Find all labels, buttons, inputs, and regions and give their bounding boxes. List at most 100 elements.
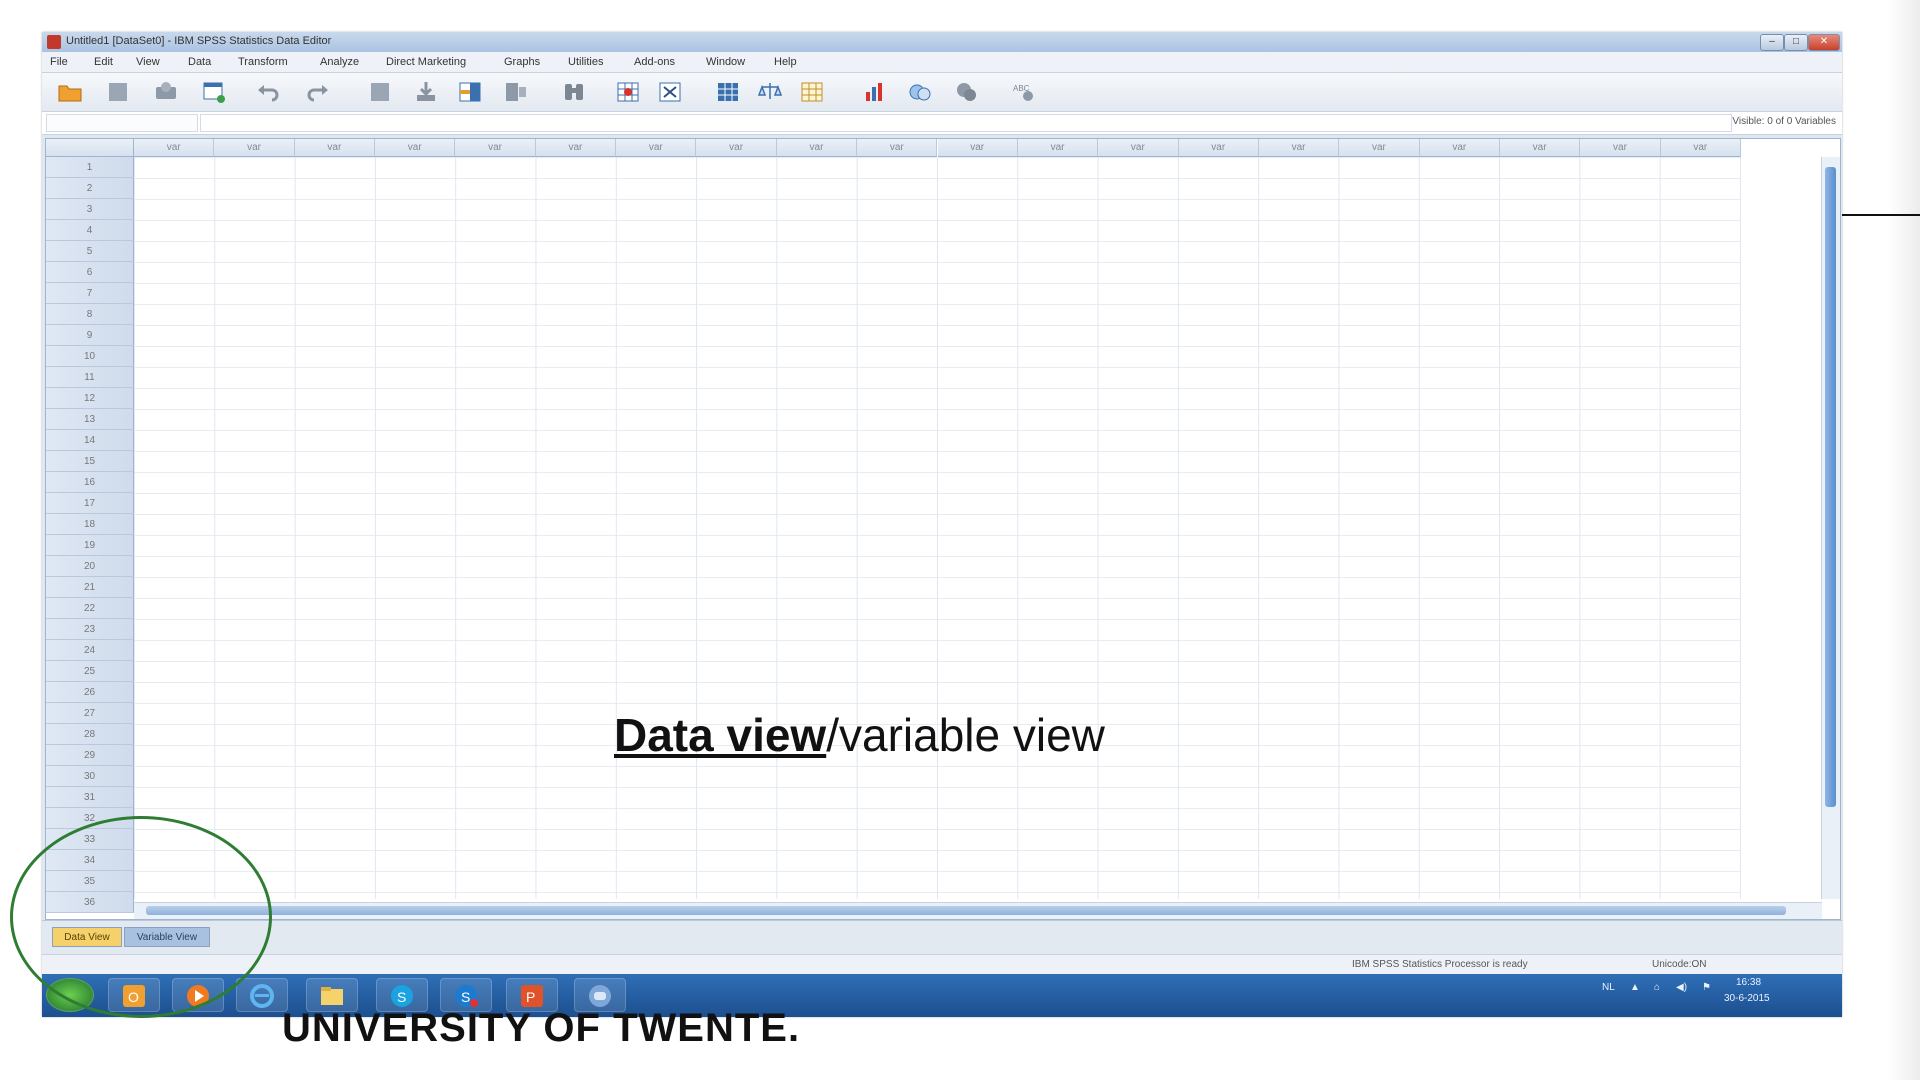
row-header[interactable]: 7 <box>46 283 134 304</box>
goto-variable-icon[interactable] <box>412 78 440 106</box>
tray-network-icon[interactable]: ⌂ <box>1654 982 1660 993</box>
dialog-recall-icon[interactable] <box>200 78 228 106</box>
vertical-scrollbar[interactable] <box>1821 157 1840 899</box>
select-cases-icon[interactable] <box>656 78 684 106</box>
column-header[interactable]: var <box>616 139 697 157</box>
grid-cells[interactable] <box>134 157 1741 899</box>
column-header[interactable]: var <box>1098 139 1179 157</box>
horizontal-scroll-thumb[interactable] <box>146 906 1786 915</box>
menu-transform[interactable]: Transform <box>238 56 288 68</box>
column-header[interactable]: var <box>1660 139 1741 157</box>
menu-analyze[interactable]: Analyze <box>320 56 359 68</box>
show-all-variables-icon[interactable] <box>906 78 934 106</box>
column-header[interactable]: var <box>1339 139 1420 157</box>
column-header[interactable]: var <box>1580 139 1661 157</box>
row-header[interactable]: 27 <box>46 703 134 724</box>
row-header[interactable]: 4 <box>46 220 134 241</box>
variables-icon[interactable] <box>456 78 484 106</box>
row-header[interactable]: 25 <box>46 661 134 682</box>
tray-time[interactable]: 16:38 <box>1736 977 1761 988</box>
split-file-icon[interactable] <box>502 78 530 106</box>
row-header[interactable]: 20 <box>46 556 134 577</box>
open-folder-icon[interactable] <box>56 78 84 106</box>
column-header[interactable]: var <box>535 139 617 157</box>
menu-window[interactable]: Window <box>706 56 745 68</box>
column-header[interactable]: var <box>857 139 938 157</box>
column-header[interactable]: var <box>1178 139 1259 157</box>
insert-cases-icon[interactable] <box>614 78 642 106</box>
menu-edit[interactable]: Edit <box>94 56 113 68</box>
row-header[interactable]: 2 <box>46 178 134 199</box>
menu-view[interactable]: View <box>136 56 160 68</box>
row-header[interactable]: 18 <box>46 514 134 535</box>
horizontal-scrollbar[interactable] <box>134 902 1822 919</box>
column-header[interactable]: var <box>455 139 536 157</box>
print-icon[interactable] <box>152 78 180 106</box>
row-header[interactable]: 30 <box>46 766 134 787</box>
row-header[interactable]: 31 <box>46 787 134 808</box>
menu-graphs[interactable]: Graphs <box>504 56 540 68</box>
row-header[interactable]: 11 <box>46 367 134 388</box>
row-header[interactable]: 5 <box>46 241 134 262</box>
column-header[interactable]: var <box>1017 139 1099 157</box>
menu-help[interactable]: Help <box>774 56 797 68</box>
tray-action-icon[interactable]: ⚑ <box>1702 982 1711 993</box>
row-header[interactable]: 22 <box>46 598 134 619</box>
script-icon[interactable]: ABC <box>1010 78 1038 106</box>
use-sets-icon[interactable] <box>798 78 826 106</box>
tray-date[interactable]: 30-6-2015 <box>1724 993 1770 1004</box>
menu-data[interactable]: Data <box>188 56 211 68</box>
column-header[interactable]: var <box>937 139 1018 157</box>
column-header[interactable]: var <box>1258 139 1340 157</box>
menu-file[interactable]: File <box>50 56 68 68</box>
row-header[interactable]: 10 <box>46 346 134 367</box>
close-button[interactable]: ✕ <box>1808 34 1840 51</box>
menu-utilities[interactable]: Utilities <box>568 56 603 68</box>
value-labels-icon[interactable] <box>714 78 742 106</box>
column-header[interactable]: var <box>776 139 858 157</box>
cell-name-box[interactable] <box>46 114 198 132</box>
row-header[interactable]: 16 <box>46 472 134 493</box>
row-header[interactable]: 13 <box>46 409 134 430</box>
row-header[interactable]: 17 <box>46 493 134 514</box>
row-header[interactable]: 21 <box>46 577 134 598</box>
row-header[interactable]: 26 <box>46 682 134 703</box>
tray-expand-icon[interactable]: ▲ <box>1630 982 1640 993</box>
maximize-button[interactable]: □ <box>1784 34 1808 51</box>
cell-value-editor[interactable] <box>200 114 1732 132</box>
save-icon[interactable] <box>104 78 132 106</box>
undo-icon[interactable] <box>254 78 282 106</box>
row-header[interactable]: 3 <box>46 199 134 220</box>
row-header[interactable]: 1 <box>46 157 134 178</box>
chart-icon[interactable] <box>860 78 888 106</box>
data-grid[interactable]: var var var var var var var var var var var var var v… <box>45 138 1841 920</box>
find-icon[interactable] <box>560 78 588 106</box>
menu-direct-marketing[interactable]: Direct Marketing <box>386 56 466 68</box>
tray-language[interactable]: NL <box>1602 982 1615 993</box>
row-header[interactable]: 23 <box>46 619 134 640</box>
row-header[interactable]: 14 <box>46 430 134 451</box>
internet-explorer-icon[interactable] <box>236 978 288 1012</box>
row-header[interactable]: 29 <box>46 745 134 766</box>
column-header[interactable]: var <box>696 139 777 157</box>
menu-add-ons[interactable]: Add-ons <box>634 56 675 68</box>
column-header[interactable]: var <box>134 139 215 157</box>
grid-corner[interactable] <box>46 139 134 157</box>
goto-case-icon[interactable] <box>366 78 394 106</box>
column-header[interactable]: var <box>1419 139 1500 157</box>
row-header[interactable]: 28 <box>46 724 134 745</box>
column-header[interactable]: var <box>214 139 295 157</box>
row-header[interactable]: 9 <box>46 325 134 346</box>
column-header[interactable]: var <box>294 139 376 157</box>
spell-check-icon[interactable] <box>952 78 980 106</box>
redo-icon[interactable] <box>304 78 332 106</box>
weight-cases-icon[interactable] <box>756 78 784 106</box>
row-header[interactable]: 24 <box>46 640 134 661</box>
tray-volume-icon[interactable]: ◀) <box>1676 982 1687 993</box>
row-header[interactable]: 15 <box>46 451 134 472</box>
row-header[interactable]: 19 <box>46 535 134 556</box>
column-header[interactable]: var <box>375 139 456 157</box>
minimize-button[interactable]: – <box>1760 34 1784 51</box>
vertical-scroll-thumb[interactable] <box>1825 167 1836 807</box>
row-header[interactable]: 12 <box>46 388 134 409</box>
